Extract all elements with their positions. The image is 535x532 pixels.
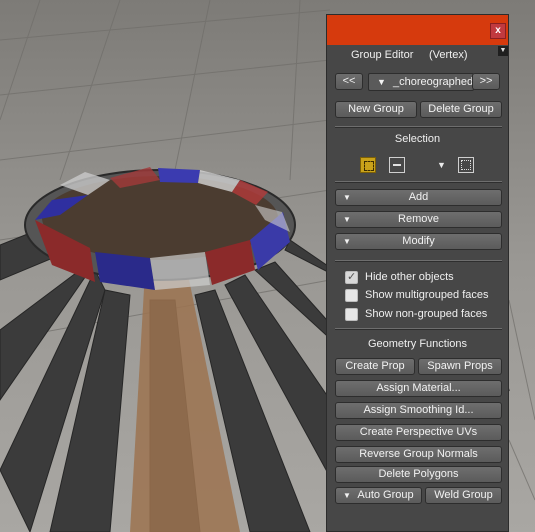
create-perspective-uvs-button[interactable]: Create Perspective UVs (335, 424, 502, 441)
delete-group-button[interactable]: Delete Group (420, 101, 502, 118)
assign-material-button[interactable]: Assign Material... (335, 380, 502, 397)
chevron-down-icon: ▼ (377, 77, 386, 87)
panel-title-bar[interactable] (327, 15, 508, 45)
prev-group-button[interactable]: << (335, 73, 363, 90)
hide-other-objects-label: Hide other objects (365, 271, 454, 283)
selection-mode-dropdown-icon[interactable]: ▼ (437, 160, 446, 170)
divider (335, 181, 502, 183)
subtract-selection-icon[interactable] (389, 157, 405, 173)
delete-polygons-button[interactable]: Delete Polygons (335, 466, 502, 483)
selection-label: Selection (394, 133, 441, 145)
divider (335, 328, 502, 330)
auto-group-label: Auto Group (357, 489, 414, 501)
chevron-down-icon: ▼ (343, 237, 351, 246)
show-multigrouped-label: Show multigrouped faces (365, 289, 489, 301)
geometry-functions-label: Geometry Functions (367, 338, 468, 350)
group-select[interactable]: ▼ _choreographed_ (368, 73, 474, 91)
hide-other-objects-checkbox[interactable] (345, 270, 358, 284)
next-group-button[interactable]: >> (472, 73, 500, 90)
divider (335, 260, 502, 262)
group-name: _choreographed_ (393, 76, 474, 88)
modify-label: Modify (402, 235, 435, 247)
auto-group-button[interactable]: ▼ Auto Group (335, 487, 422, 504)
show-multigrouped-checkbox[interactable] (345, 289, 358, 302)
add-button[interactable]: ▼ Add (335, 189, 502, 206)
add-selection-icon[interactable] (360, 157, 376, 173)
weld-group-button[interactable]: Weld Group (425, 487, 502, 504)
spawn-props-button[interactable]: Spawn Props (418, 358, 502, 375)
add-label: Add (408, 191, 429, 203)
create-prop-button[interactable]: Create Prop (335, 358, 415, 375)
panel-header: Group Editor (Vertex) ▼ (327, 46, 508, 64)
group-editor-panel: x Group Editor (Vertex) ▼ << ▼ _choreogr… (326, 14, 509, 532)
remove-button[interactable]: ▼ Remove (335, 211, 502, 228)
modify-button[interactable]: ▼ Modify (335, 233, 502, 250)
show-non-grouped-checkbox[interactable] (345, 308, 358, 321)
divider (335, 126, 502, 128)
show-non-grouped-label: Show non-grouped faces (365, 308, 488, 320)
new-group-button[interactable]: New Group (335, 101, 417, 118)
panel-menu-icon[interactable]: ▼ (498, 46, 508, 56)
chevron-down-icon: ▼ (343, 215, 351, 224)
rectangle-select-icon[interactable] (458, 157, 474, 173)
assign-smoothing-id-button[interactable]: Assign Smoothing Id... (335, 402, 502, 419)
chevron-down-icon: ▼ (343, 491, 351, 500)
panel-mode: (Vertex) (429, 49, 468, 61)
reverse-group-normals-button[interactable]: Reverse Group Normals (335, 446, 502, 463)
panel-title: Group Editor (351, 49, 414, 61)
chevron-down-icon: ▼ (343, 193, 351, 202)
close-button[interactable]: x (490, 23, 506, 39)
remove-label: Remove (398, 213, 439, 225)
